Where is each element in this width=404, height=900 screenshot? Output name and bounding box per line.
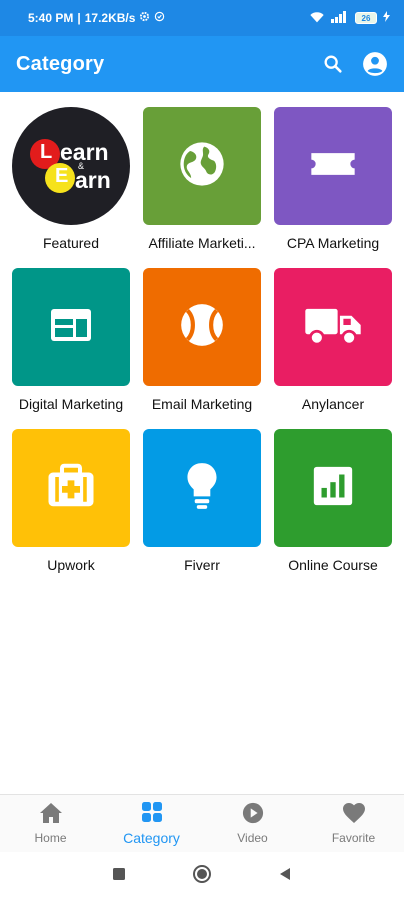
category-online-course[interactable]: Online Course [274, 429, 392, 573]
battery-icon: 26 [355, 12, 377, 24]
category-fiverr[interactable]: Fiverr [143, 429, 261, 573]
nav-category[interactable]: Category [101, 795, 202, 852]
lightbulb-icon [177, 459, 227, 518]
learn-and-earn-logo[interactable]: L earn & E arn [12, 107, 130, 225]
status-network-speed: 17.2KB/s [84, 11, 136, 25]
account-circle-icon[interactable] [362, 51, 388, 77]
category-label: Affiliate Marketi... [148, 235, 256, 251]
nav-home-label: Home [34, 831, 67, 845]
bottom-navigation: Home Category Video Favorite [0, 794, 404, 852]
status-time: 5:40 PM [28, 11, 74, 25]
system-navigation-bar [0, 852, 404, 900]
settings-gear-icon [139, 11, 150, 25]
play-circle-icon [242, 802, 264, 827]
category-icon [141, 801, 163, 826]
web-layout-icon [47, 301, 95, 354]
category-label: Fiverr [184, 557, 220, 573]
status-separator: | [77, 11, 81, 25]
category-tile[interactable] [12, 268, 130, 386]
nav-category-label: Category [123, 830, 180, 846]
nav-video-label: Video [237, 831, 268, 845]
category-label: Email Marketing [151, 396, 253, 412]
category-upwork[interactable]: Upwork [12, 429, 130, 573]
recent-apps-icon[interactable] [112, 867, 126, 886]
back-icon[interactable] [278, 867, 292, 886]
category-grid: L earn & E arn Featured Affiliate Market… [12, 107, 393, 573]
category-tile[interactable] [143, 268, 261, 386]
category-cpa-marketing[interactable]: CPA Marketing [274, 107, 392, 251]
category-tile[interactable] [274, 429, 392, 547]
category-tile[interactable] [143, 107, 261, 225]
category-label: Upwork [47, 557, 95, 573]
medical-bag-icon [44, 459, 98, 518]
category-digital-marketing[interactable]: Digital Marketing [12, 268, 130, 412]
category-featured[interactable]: L earn & E arn Featured [12, 107, 130, 251]
home-circle-icon[interactable] [192, 864, 212, 889]
chart-icon [310, 463, 356, 514]
category-label: Featured [42, 235, 100, 251]
ticket-icon [307, 138, 359, 195]
sync-icon [154, 11, 165, 25]
category-label: CPA Marketing [286, 235, 380, 251]
nav-video[interactable]: Video [202, 795, 303, 852]
category-tile[interactable] [12, 429, 130, 547]
page-title: Category [16, 52, 105, 75]
signal-icon [331, 10, 349, 26]
category-tile[interactable] [274, 107, 392, 225]
status-bar: 5:40 PM | 17.2KB/s 26 [0, 0, 404, 36]
category-tile[interactable] [143, 429, 261, 547]
category-email-marketing[interactable]: Email Marketing [143, 268, 261, 412]
tennis-ball-icon [177, 300, 227, 355]
category-label: Digital Marketing [18, 396, 124, 412]
nav-home[interactable]: Home [0, 795, 101, 852]
category-label: Anylancer [301, 396, 365, 412]
category-anylancer[interactable]: Anylancer [274, 268, 392, 412]
charging-icon [383, 11, 390, 25]
truck-icon [303, 300, 363, 355]
category-label: Online Course [288, 557, 378, 573]
app-bar: Category [0, 36, 404, 92]
wifi-icon [309, 11, 325, 26]
heart-icon [342, 802, 366, 827]
search-icon[interactable] [322, 53, 344, 75]
nav-favorite[interactable]: Favorite [303, 795, 404, 852]
home-icon [39, 802, 63, 827]
globe-icon [176, 138, 228, 195]
category-tile[interactable] [274, 268, 392, 386]
category-affiliate-marketing[interactable]: Affiliate Marketi... [143, 107, 261, 251]
nav-favorite-label: Favorite [331, 831, 376, 845]
